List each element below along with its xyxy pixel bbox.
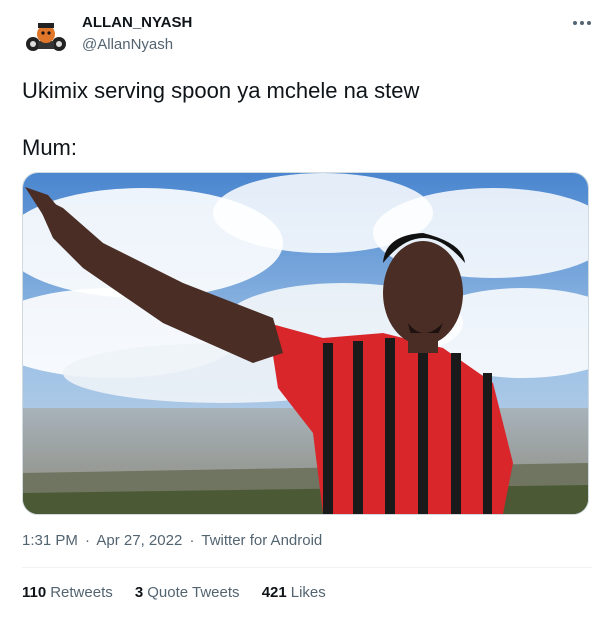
quote-tweets-stat[interactable]: 3 Quote Tweets [135,584,240,601]
tweet-source[interactable]: Twitter for Android [201,532,322,549]
avatar[interactable] [22,14,70,62]
likes-label: Likes [290,584,326,601]
tweet: ALLAN_NYASH @AllanNyash Ukimix serving s… [0,0,614,617]
quote-tweets-label: Quote Tweets [147,584,240,601]
tweet-text-line: Mum: [22,135,77,160]
author-handle[interactable]: @AllanNyash [82,36,173,53]
avatar-logo-icon [22,14,70,62]
likes-count: 421 [261,584,287,601]
retweets-stat[interactable]: 110 Retweets [22,584,113,601]
more-icon[interactable] [572,12,592,30]
more-dots-icon [573,21,591,25]
tweet-time[interactable]: 1:31 PM [22,532,78,549]
divider [22,567,592,568]
author-name[interactable]: ALLAN_NYASH [82,14,192,31]
photo-illustration [23,173,588,514]
tweet-date[interactable]: Apr 27, 2022 [96,532,182,549]
retweets-count: 110 [22,584,47,601]
tweet-meta: 1:31 PM · Apr 27, 2022 · Twitter for And… [22,532,325,549]
tweet-stats: 110 Retweets 3 Quote Tweets 421 Likes [22,584,344,601]
tweet-text-line: Ukimix serving spoon ya mchele na stew [22,78,420,103]
tweet-photo[interactable] [22,172,589,515]
meta-separator: · [189,532,195,549]
quote-tweets-count: 3 [134,584,144,601]
meta-separator: · [85,532,91,549]
retweets-label: Retweets [50,584,113,601]
likes-stat[interactable]: 421 Likes [262,584,326,601]
